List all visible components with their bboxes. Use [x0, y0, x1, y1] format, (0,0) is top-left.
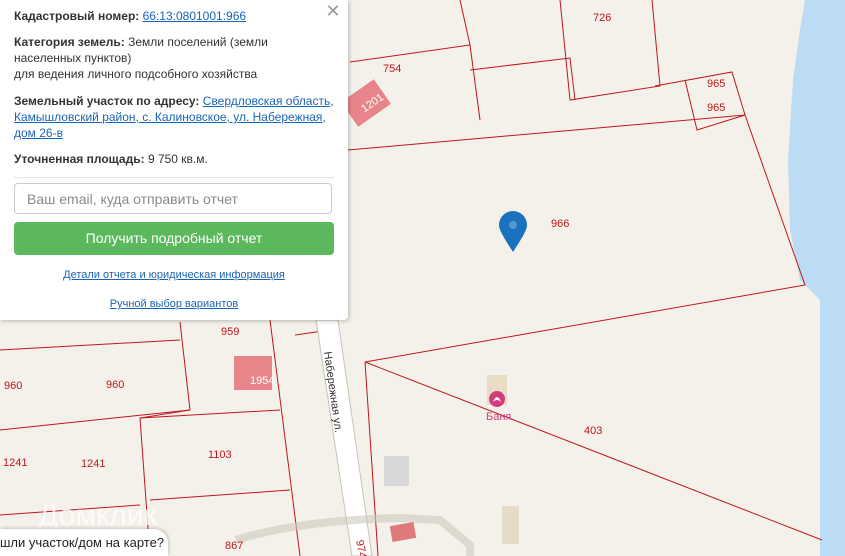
category-value: Земли поселений (земли [128, 35, 268, 49]
category-row: Категория земель: Земли поселений (земли… [14, 34, 336, 82]
watermark: Домклик [38, 499, 158, 532]
parcel-label: 867 [225, 540, 243, 552]
help-prompt[interactable]: шли участок/дом на карте? [0, 529, 168, 556]
cadastral-link[interactable]: 66:13:0801001:966 [143, 9, 246, 23]
building-1954[interactable]: 1954 [234, 356, 274, 390]
address-link[interactable]: дом 26-в [14, 126, 63, 140]
email-input[interactable] [14, 183, 332, 214]
area-value: 9 750 кв.м. [147, 152, 208, 166]
parcel-info-panel: ✕ Кадастровый номер: 66:13:0801001:966 К… [0, 0, 348, 320]
address-label: Земельный участок по адресу: [14, 94, 200, 108]
help-text: шли участок/дом на карте? [0, 535, 165, 550]
cadastral-row: Кадастровый номер: 66:13:0801001:966 [14, 8, 336, 24]
cadastral-label: Кадастровый номер: [14, 9, 140, 23]
svg-text:Баня: Баня [486, 411, 511, 423]
divider [14, 177, 334, 178]
parcel-label: 965 [707, 78, 725, 90]
parcel-label: 960 [4, 380, 22, 392]
address-link[interactable]: Камышловский район, с. Калиновское, ул. … [14, 110, 326, 124]
parcel-label: 959 [221, 326, 239, 338]
category-value: для ведения личного подсобного хозяйства [14, 67, 258, 81]
category-value: населенных пунктов) [14, 51, 132, 65]
svg-text:1954: 1954 [250, 375, 274, 387]
parcel-label: 966 [551, 218, 569, 230]
parcel-label: 726 [593, 12, 611, 24]
area-label: Уточненная площадь: [14, 152, 145, 166]
parcel-label: 403 [584, 425, 602, 437]
parcel-label: 965 [707, 102, 725, 114]
address-row: Земельный участок по адресу: Свердловска… [14, 93, 336, 141]
category-label: Категория земель: [14, 35, 125, 49]
details-link-wrap: Детали отчета и юридическая информация [0, 269, 348, 281]
parcel-label: 754 [383, 63, 401, 75]
manual-choice-link[interactable]: Ручной выбор вариантов [110, 298, 238, 310]
address-link[interactable]: Свердловская область, [203, 94, 334, 108]
building-grey-2 [502, 506, 519, 544]
parcel-label: 960 [106, 379, 124, 391]
parcel-label: 974 [353, 539, 368, 556]
parcel-label: 1241 [81, 458, 105, 470]
parcel-label: 1103 [208, 449, 232, 461]
get-report-button[interactable]: Получить подробный отчет [14, 222, 334, 255]
report-details-link[interactable]: Детали отчета и юридическая информация [63, 269, 285, 281]
building-grey-1 [384, 456, 409, 486]
manual-link-wrap: Ручной выбор вариантов [0, 298, 348, 310]
area-row: Уточненная площадь: 9 750 кв.м. [14, 151, 336, 167]
parcel-label: 1241 [3, 457, 27, 469]
